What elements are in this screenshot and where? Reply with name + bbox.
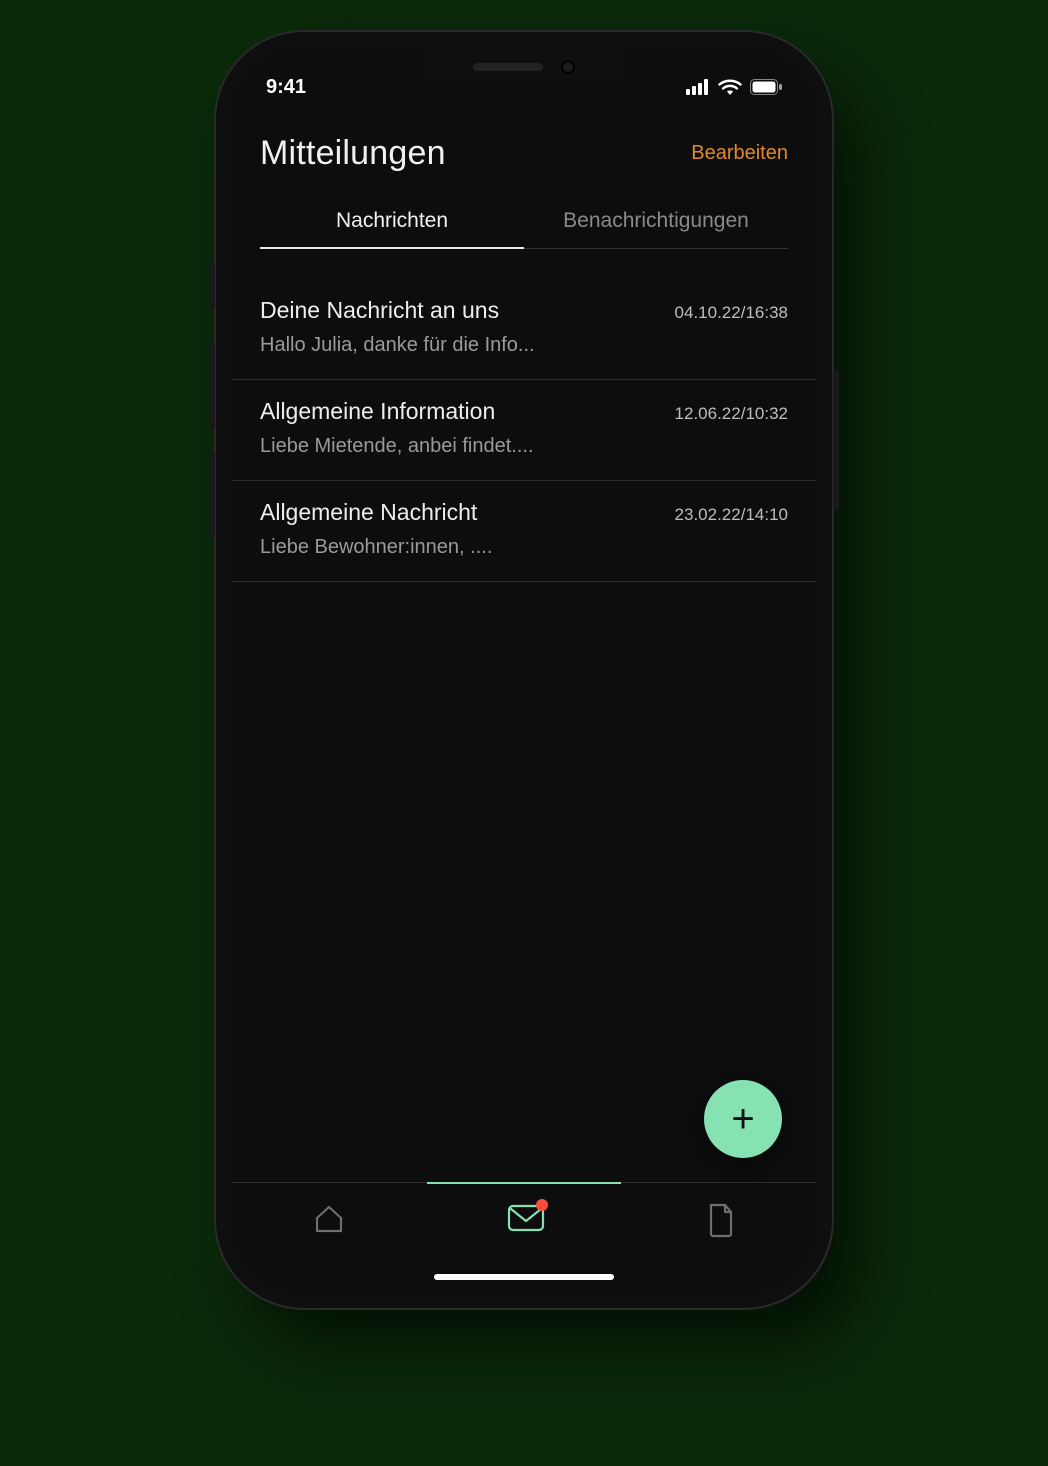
wifi-icon bbox=[718, 78, 742, 96]
plus-icon: + bbox=[731, 1097, 754, 1142]
message-title: Deine Nachricht an uns bbox=[260, 297, 499, 324]
status-right bbox=[686, 78, 782, 96]
tab-bar: Nachrichten Benachrichtigungen bbox=[232, 187, 816, 249]
notch bbox=[419, 48, 629, 86]
nav-active-indicator bbox=[427, 1182, 622, 1184]
home-indicator[interactable] bbox=[434, 1274, 614, 1280]
list-item[interactable]: Allgemeine Information 12.06.22/10:32 Li… bbox=[232, 380, 816, 481]
speaker-grille bbox=[473, 63, 543, 71]
app-header: Mitteilungen Bearbeiten bbox=[232, 108, 816, 187]
message-preview: Liebe Mietende, anbei findet.... bbox=[260, 435, 788, 458]
volume-down-button bbox=[209, 450, 215, 540]
message-timestamp: 04.10.22/16:38 bbox=[675, 303, 788, 323]
tab-notifications[interactable]: Benachrichtigungen bbox=[524, 197, 788, 249]
power-button bbox=[833, 370, 839, 510]
volume-up-button bbox=[209, 340, 215, 430]
edit-button[interactable]: Bearbeiten bbox=[691, 142, 788, 165]
tab-messages[interactable]: Nachrichten bbox=[260, 197, 524, 249]
screen: 9:41 bbox=[232, 48, 816, 1292]
phone-frame: 9:41 bbox=[214, 30, 834, 1310]
mute-switch bbox=[209, 260, 215, 310]
message-list: Deine Nachricht an uns 04.10.22/16:38 Ha… bbox=[232, 249, 816, 1182]
list-item[interactable]: Deine Nachricht an uns 04.10.22/16:38 Ha… bbox=[232, 279, 816, 380]
message-preview: Hallo Julia, danke für die Info... bbox=[260, 334, 788, 357]
message-timestamp: 12.06.22/10:32 bbox=[675, 404, 788, 424]
message-title: Allgemeine Nachricht bbox=[260, 499, 477, 526]
list-item[interactable]: Allgemeine Nachricht 23.02.22/14:10 Lieb… bbox=[232, 481, 816, 582]
nav-messages[interactable] bbox=[506, 1201, 546, 1235]
message-title: Allgemeine Information bbox=[260, 398, 495, 425]
battery-icon bbox=[750, 79, 782, 95]
unread-badge bbox=[536, 1199, 548, 1211]
front-camera bbox=[561, 60, 575, 74]
status-time: 9:41 bbox=[266, 76, 306, 99]
cellular-icon bbox=[686, 79, 710, 95]
page-title: Mitteilungen bbox=[260, 134, 446, 173]
compose-fab[interactable]: + bbox=[704, 1080, 782, 1158]
home-icon bbox=[311, 1201, 347, 1237]
message-preview: Liebe Bewohner:innen, .... bbox=[260, 536, 788, 559]
message-timestamp: 23.02.22/14:10 bbox=[675, 505, 788, 525]
nav-documents[interactable] bbox=[705, 1201, 737, 1239]
nav-home[interactable] bbox=[311, 1201, 347, 1237]
document-icon bbox=[705, 1201, 737, 1239]
